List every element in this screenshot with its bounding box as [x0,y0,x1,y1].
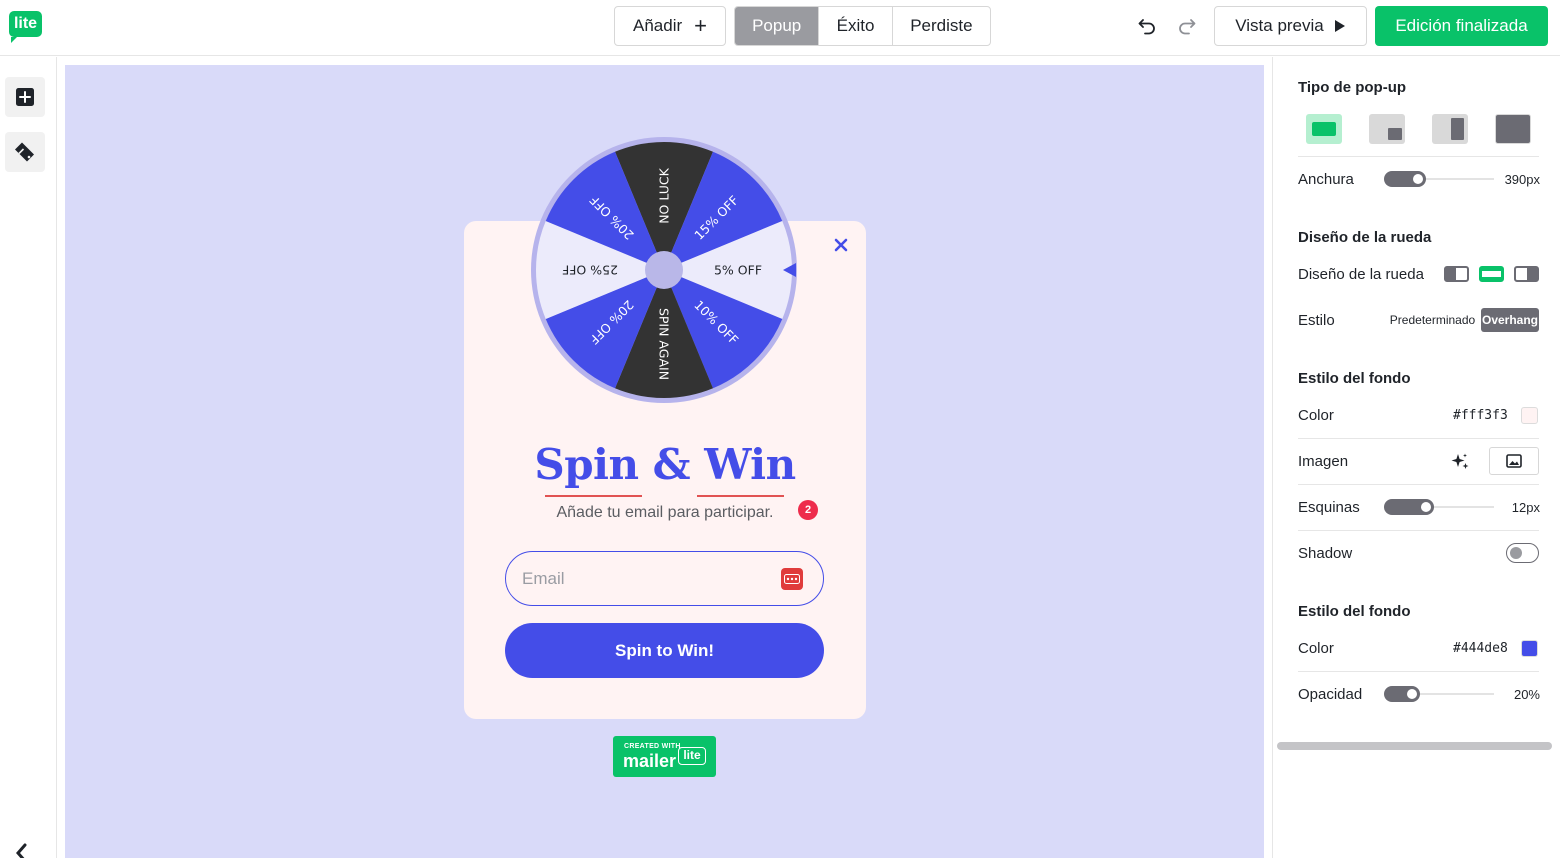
add-element-group: Añadir + [614,6,726,46]
spellcheck-underline [697,495,784,497]
tab-exito[interactable]: Éxito [819,7,893,45]
add-block-button[interactable] [5,77,45,117]
divider [1298,156,1539,157]
branding-small-text: CREATED WITH [624,743,681,750]
divider [1298,530,1539,531]
close-icon[interactable] [832,236,850,254]
overlay-style-title: Estilo del fondo [1298,603,1411,620]
toggle-knob [1510,546,1522,559]
slider-fill [1384,171,1426,187]
popup-type-title: Tipo de pop-up [1298,79,1407,96]
spin-to-win-button[interactable]: Spin to Win! [505,623,824,678]
tab-popup[interactable]: Popup [735,7,820,45]
corners-slider[interactable] [1384,499,1494,515]
preview-label: Vista previa [1235,16,1324,35]
slider-knob[interactable] [1421,502,1431,512]
divider [1298,484,1539,485]
add-button[interactable]: Añadir + [615,7,725,45]
ai-sparkle-icon[interactable] [1448,451,1472,473]
tab-perdiste[interactable]: Perdiste [893,7,990,45]
style-label: Estilo [1298,312,1335,329]
view-tabs: Popup Éxito Perdiste [734,6,991,46]
opacity-slider[interactable] [1384,686,1494,702]
design-button[interactable] [5,132,45,172]
wheel-design-right-icon [1527,268,1537,280]
sidebar-layout-icon [1451,118,1464,140]
add-button-label: Añadir [633,16,683,35]
left-toolbar [0,57,57,858]
bg-color-label: Color [1298,407,1334,424]
play-icon [1334,20,1345,32]
wheel-segment-label: 5% OFF [714,263,762,278]
spellcheck-underline [545,495,642,497]
overlay-color-swatch[interactable] [1521,640,1538,657]
opacity-value: 20% [1513,687,1540,702]
branding-lite-badge: lite [678,747,706,765]
top-bar: lite Añadir + Popup Éxito Perdiste Vista… [0,0,1560,56]
opacity-label: Opacidad [1298,686,1363,703]
wheel-design-right[interactable] [1514,266,1539,282]
shadow-toggle[interactable] [1506,543,1539,563]
paint-brush-icon [15,142,34,162]
wheel-design-center[interactable] [1479,266,1504,282]
wheel-design-left[interactable] [1444,266,1469,282]
collapse-icon[interactable] [12,843,42,858]
done-editing-button[interactable]: Edición finalizada [1375,6,1548,46]
overlay-color-label: Color [1298,640,1334,657]
email-field[interactable] [505,551,824,606]
corners-value: 12px [1511,500,1540,515]
image-label: Imagen [1298,453,1349,470]
fullscreen-layout-icon [1496,115,1530,143]
slider-knob[interactable] [1407,689,1417,699]
wheel-design-left-icon [1446,268,1456,280]
preview-button[interactable]: Vista previa [1214,6,1367,46]
mailerlite-branding-badge[interactable]: CREATED WITH mailer lite [613,736,716,777]
password-manager-icon[interactable] [781,568,803,590]
popup-type-slidebox[interactable] [1369,114,1405,144]
undo-icon[interactable] [1135,14,1159,38]
slidebox-layout-icon [1388,128,1402,140]
width-label: Anchura [1298,171,1354,188]
wheel-hub [645,251,683,289]
bg-color-hex[interactable]: #fff3f3 [1453,408,1508,423]
popup-type-modal[interactable] [1306,114,1342,144]
prize-wheel[interactable]: NO LUCK 15% OFF5% OFF10% OFFSPIN AGAIN20%… [530,136,798,404]
popup-type-fullscreen[interactable] [1495,114,1531,144]
panel-scrollbar[interactable] [1277,742,1552,750]
background-style-title: Estilo del fondo [1298,370,1411,387]
popup-headline[interactable]: Spin & Win [464,440,866,489]
wheel-design-center-icon [1482,271,1501,277]
divider [1298,671,1539,672]
plus-square-icon [16,88,34,106]
image-icon [1506,454,1522,468]
slider-fill [1384,499,1434,515]
branding-big-text: mailer [623,751,677,771]
plus-icon: + [694,13,707,38]
popup-type-sidebar[interactable] [1432,114,1468,144]
image-upload-button[interactable] [1489,447,1539,475]
shadow-label: Shadow [1298,545,1353,562]
wheel-design-label: Diseño de la rueda [1298,266,1424,283]
redo-icon[interactable] [1175,14,1199,38]
wheel-design-title: Diseño de la rueda [1298,229,1432,246]
wheel-segment-label: 25% OFF [562,263,618,278]
divider [1298,438,1539,439]
notification-badge: 2 [798,500,818,520]
width-slider[interactable] [1384,171,1494,187]
wheel-segment-label: NO LUCK [657,167,672,223]
mailerlite-logo[interactable]: lite [9,11,42,43]
style-default-option[interactable]: Predeterminado [1384,308,1481,332]
style-overhang-option[interactable]: Overhang [1481,308,1539,332]
style-segmented-control: Predeterminado Overhang [1384,308,1540,332]
bg-color-swatch[interactable] [1521,407,1538,424]
slider-knob[interactable] [1413,174,1423,184]
modal-layout-icon [1312,122,1336,136]
width-value: 390px [1504,172,1540,187]
email-input[interactable] [522,567,772,591]
corners-label: Esquinas [1298,499,1360,516]
overlay-color-hex[interactable]: #444de8 [1453,641,1508,656]
wheel-segment-label: SPIN AGAIN [657,308,672,380]
slider-fill [1384,686,1420,702]
